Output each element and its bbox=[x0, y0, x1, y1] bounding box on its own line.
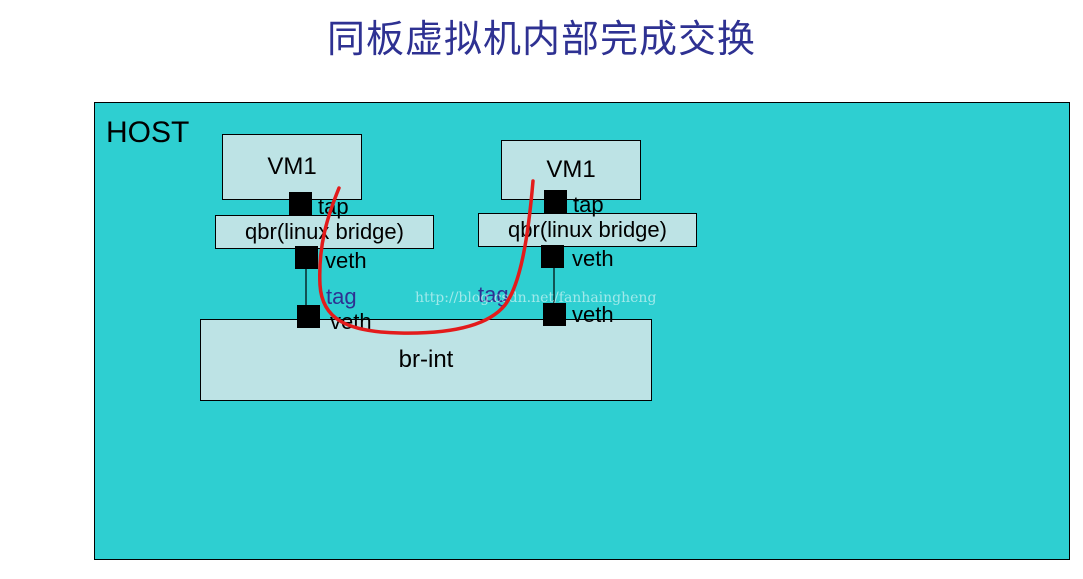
traffic-path bbox=[317, 179, 535, 335]
traffic-path-curve bbox=[317, 179, 535, 335]
